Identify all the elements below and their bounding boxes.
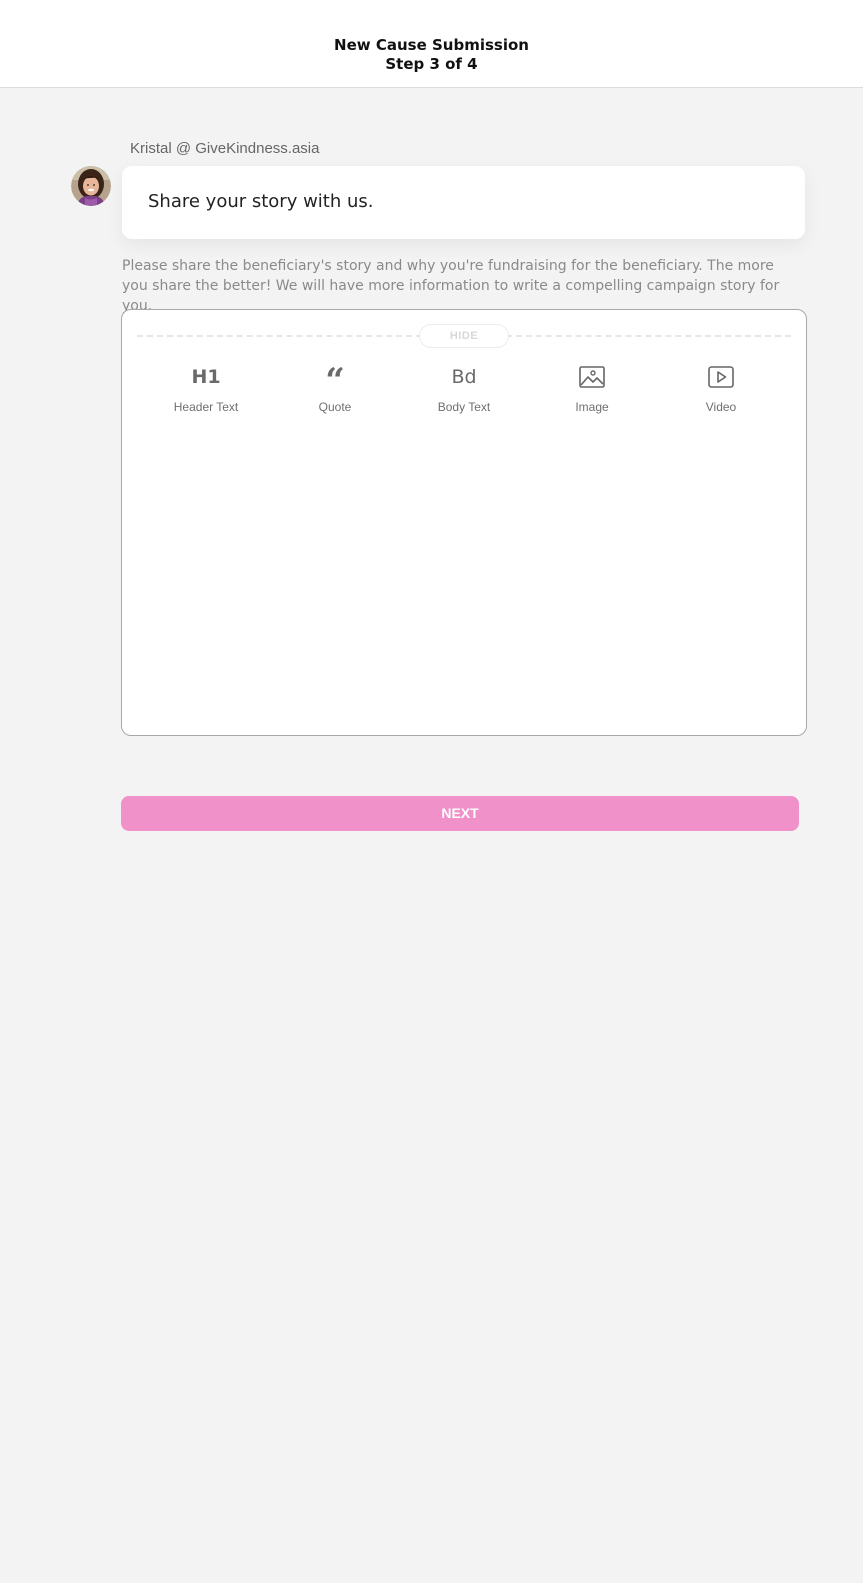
tool-label: Image: [575, 400, 609, 414]
tool-label: Body Text: [437, 400, 491, 414]
page-title: New Cause Submission: [334, 36, 529, 54]
tool-quote[interactable]: “ Quote: [280, 362, 390, 422]
tool-label: Video: [705, 400, 737, 414]
chat-message: Share your story with us.: [148, 191, 374, 212]
hide-toolbar-button[interactable]: HIDE: [419, 324, 509, 348]
sender-name: Kristal @ GiveKindness.asia: [130, 140, 320, 157]
quote-icon: “: [325, 361, 345, 401]
step-indicator: Step 3 of 4: [385, 55, 478, 73]
next-button[interactable]: NEXT: [121, 796, 799, 831]
tool-image[interactable]: Image: [537, 362, 647, 422]
video-icon: [666, 362, 776, 392]
story-editor[interactable]: HIDE H1 Header Text “ Quote Bd Body Text…: [121, 309, 807, 736]
body-text-icon: Bd: [451, 366, 477, 388]
tool-video[interactable]: Video: [666, 362, 776, 422]
tool-header-text[interactable]: H1 Header Text: [151, 362, 261, 422]
tool-label: Quote: [318, 400, 352, 414]
image-icon: [537, 362, 647, 392]
avatar-photo-icon: [71, 166, 111, 206]
tool-body-text[interactable]: Bd Body Text: [409, 362, 519, 422]
instructions-text: Please share the beneficiary's story and…: [122, 258, 780, 314]
page-header: New Cause Submission Step 3 of 4: [0, 0, 863, 88]
header-icon: H1: [191, 366, 221, 388]
tool-label: Header Text: [173, 400, 239, 414]
chat-bubble: Share your story with us.: [122, 166, 805, 239]
avatar: [71, 166, 111, 206]
